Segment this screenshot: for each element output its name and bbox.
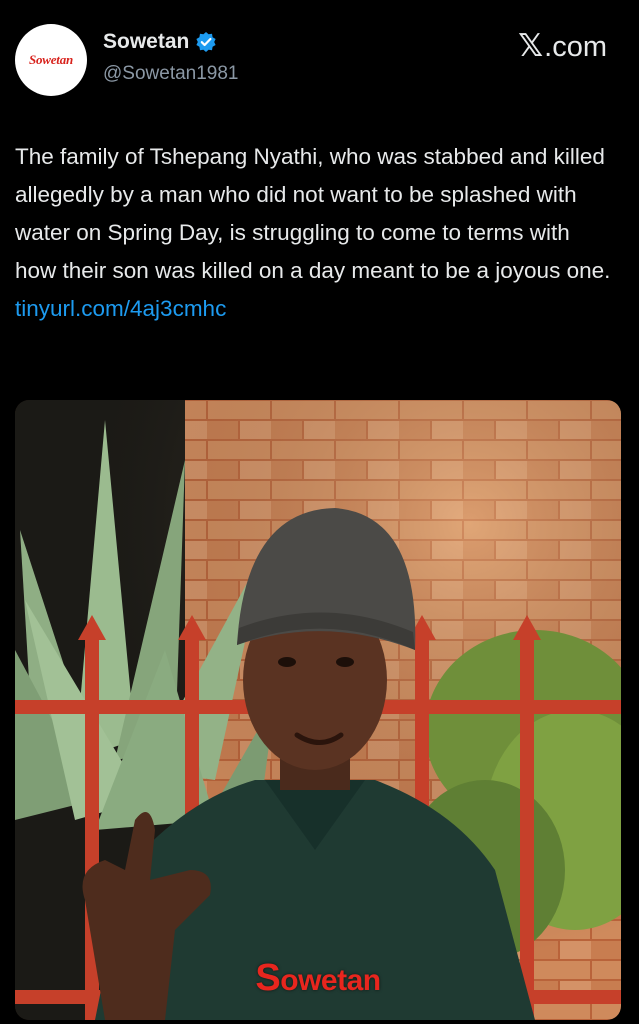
author-display-name[interactable]: Sowetan [103,30,189,54]
post-body: The family of Tshepang Nyathi, who was s… [15,144,611,283]
site-domain: .com [544,31,607,63]
photo-illustration [15,400,621,1020]
post-header: Sowetan Sowetan @Sowetan1981 𝕏 .com [0,0,639,110]
post-photo[interactable]: Sowetan [15,400,621,1020]
x-logo-icon: 𝕏 [518,28,544,63]
post-link[interactable]: tinyurl.com/4aj3cmhc [15,296,226,321]
photo-watermark: Sowetan [255,957,381,999]
verified-badge-icon [195,31,217,53]
avatar[interactable]: Sowetan [15,24,87,96]
avatar-logo: Sowetan [28,52,74,67]
author-handle[interactable]: @Sowetan1981 [103,63,239,85]
site-brand: 𝕏 .com [518,28,607,64]
author-name-row: Sowetan [103,30,217,54]
post-text: The family of Tshepang Nyathi, who was s… [15,138,615,328]
